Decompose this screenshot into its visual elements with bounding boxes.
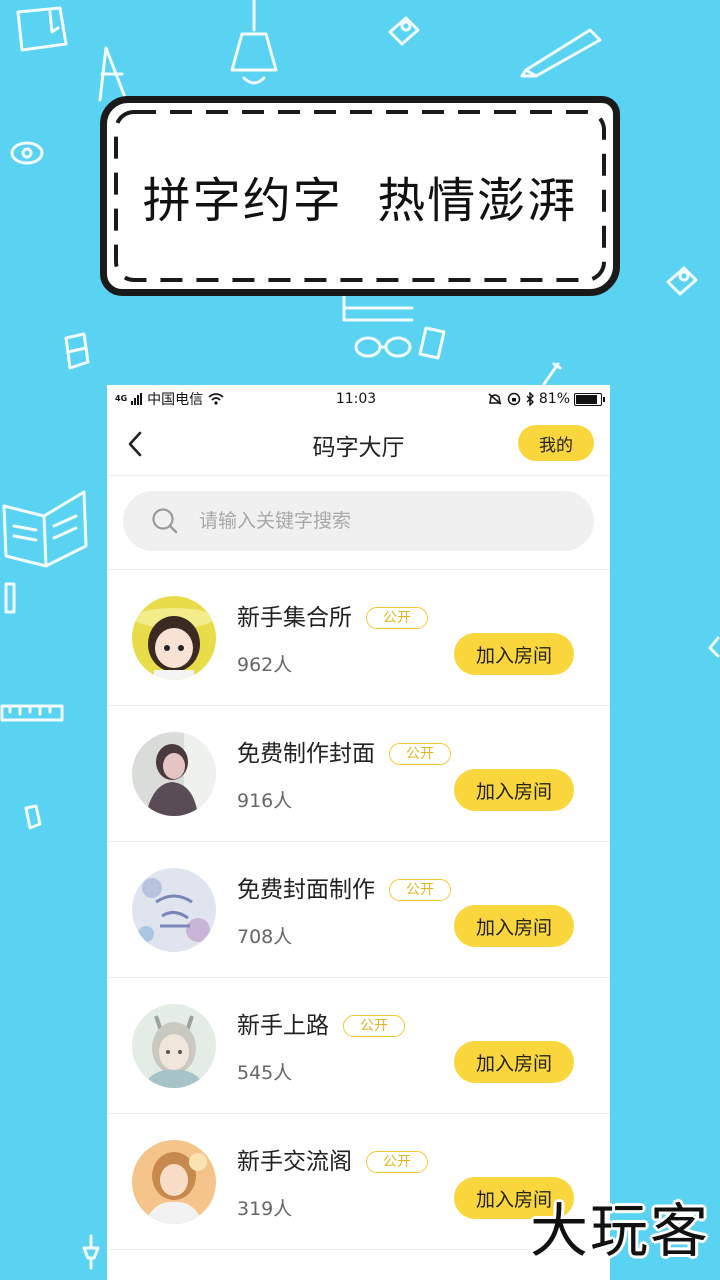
nav-bar: 码字大厅 我的 (107, 413, 610, 476)
carrier-name: 中国电信 (147, 392, 204, 408)
pen-right-doodle-icon (542, 362, 562, 386)
lock-rotation-icon (507, 392, 521, 406)
status-bar: 4G 中国电信 11:03 81% (107, 385, 610, 413)
list-item[interactable]: 新手集合所 公开 962人 加入房间 (107, 570, 610, 706)
member-count: 545人 (237, 1062, 293, 1084)
pen-doodle-icon (520, 28, 602, 78)
status-badge: 公开 (389, 879, 451, 901)
join-room-button[interactable]: 加入房间 (454, 769, 574, 811)
pencil-doodle-icon (4, 582, 16, 614)
search-icon (152, 508, 178, 534)
avatar (132, 868, 216, 952)
avatar (132, 1004, 216, 1088)
room-title: 新手集合所 (237, 605, 352, 631)
room-title: 新手交流阁 (237, 1149, 352, 1175)
eraser-left-doodle-icon (24, 804, 42, 830)
status-badge: 公开 (366, 607, 428, 629)
room-title: 免费封面制作 (237, 877, 375, 903)
compass-doodle-icon (98, 46, 128, 102)
list-item[interactable]: 新手上路 公开 545人 加入房间 (107, 978, 610, 1114)
battery-icon (574, 392, 605, 406)
room-name: 免费封面制作 公开 (237, 870, 451, 904)
battery-percent: 81% (538, 391, 570, 407)
status-time: 11:03 (335, 391, 377, 407)
status-badge: 公开 (343, 1015, 405, 1037)
status-badge: 公开 (389, 743, 451, 765)
mute-icon (488, 393, 502, 405)
room-name: 新手交流阁 公开 (237, 1142, 428, 1176)
avatar (132, 1140, 216, 1224)
watermark-logo: 大玩客 (529, 1197, 710, 1265)
search-input[interactable] (197, 509, 541, 533)
join-room-button[interactable]: 加入房间 (454, 905, 574, 947)
room-name: 免费制作封面 公开 (237, 734, 451, 768)
book-doodle-icon (2, 490, 88, 568)
lamp-doodle-icon (230, 0, 278, 85)
glasses-doodle-icon (354, 336, 412, 358)
room-title: 免费制作封面 (237, 741, 375, 767)
bluetooth-icon (526, 392, 534, 406)
battery-doodle-icon (418, 326, 446, 360)
phone-screen: 4G 中国电信 11:03 81% 码字大厅 我的 新手集合所公开 (107, 385, 610, 1280)
room-list: 新手集合所 公开 962人 加入房间 免费制作封面 公开 916人 加入房间 免费封… (107, 570, 610, 1250)
member-count: 962人 (237, 654, 293, 676)
network-type: 4G (115, 394, 128, 403)
search-section (107, 476, 610, 570)
wifi-icon (208, 393, 224, 405)
member-count: 916人 (237, 790, 293, 812)
pin-doodle-icon (82, 1234, 100, 1270)
status-badge: 公开 (366, 1151, 428, 1173)
room-title: 新手上路 (237, 1013, 329, 1039)
tape-doodle-icon (10, 141, 44, 165)
member-count: 708人 (237, 926, 293, 948)
clip-right-doodle-icon (666, 266, 698, 296)
join-room-button[interactable]: 加入房间 (454, 1041, 574, 1083)
banner-title: 拼字约字 热情澎湃 (142, 173, 578, 229)
avatar (132, 596, 216, 680)
leaf-doodle-icon (708, 636, 720, 658)
ruler-left-doodle-icon (0, 704, 64, 722)
avatar (132, 732, 216, 816)
notebook-doodle-icon (16, 6, 68, 52)
eraser-doodle-icon (64, 332, 90, 370)
clip-doodle-icon (388, 16, 420, 46)
room-name: 新手上路 公开 (237, 1006, 405, 1040)
member-count: 319人 (237, 1198, 293, 1220)
search-bar[interactable] (123, 491, 594, 551)
mine-button[interactable]: 我的 (518, 425, 594, 461)
list-item[interactable]: 免费封面制作 公开 708人 加入房间 (107, 842, 610, 978)
join-room-button[interactable]: 加入房间 (454, 633, 574, 675)
signal-icon (131, 393, 143, 405)
list-item[interactable]: 免费制作封面 公开 916人 加入房间 (107, 706, 610, 842)
room-name: 新手集合所 公开 (237, 598, 428, 632)
